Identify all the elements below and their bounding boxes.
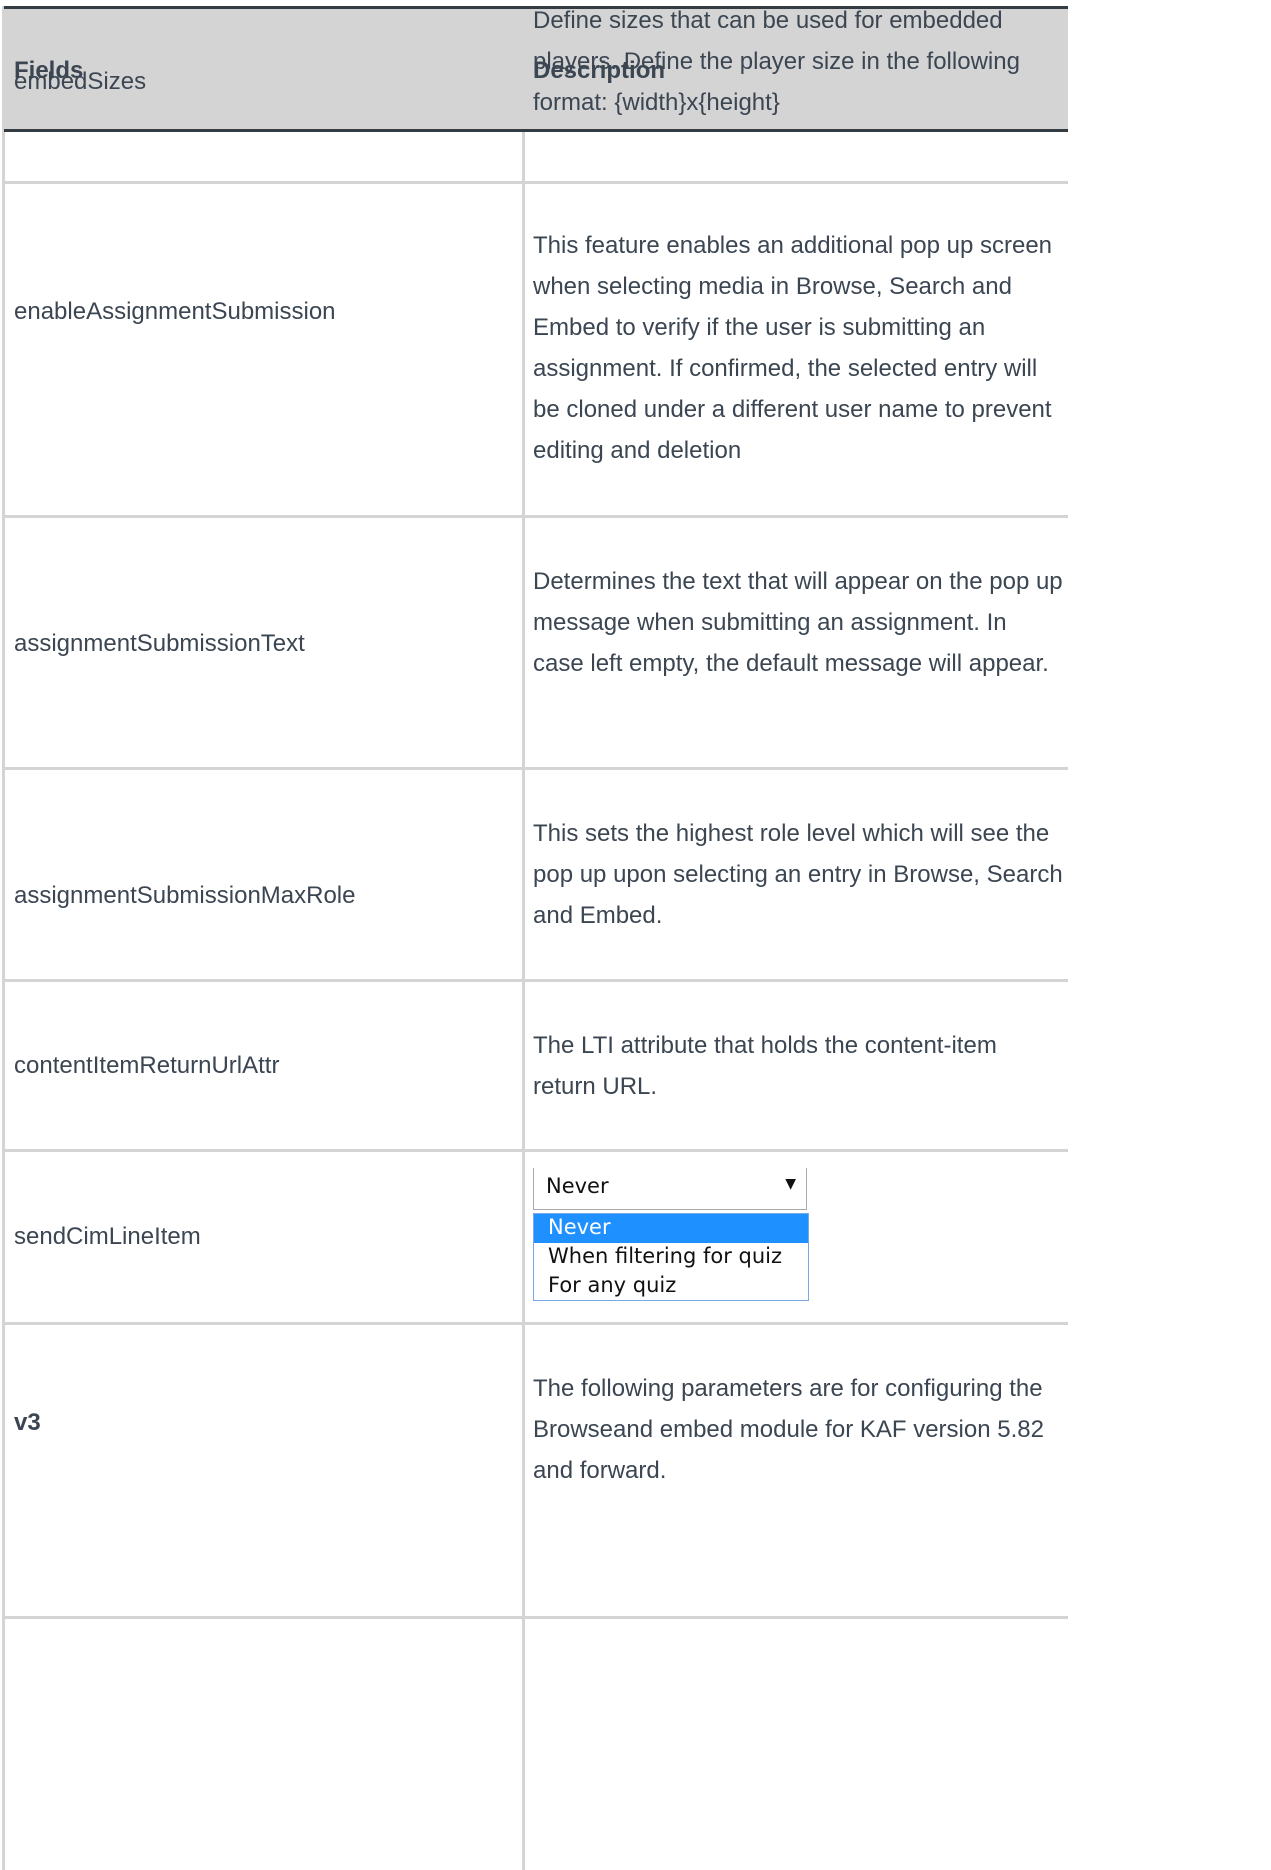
table-row-field: contentItemReturnUrlAttr xyxy=(14,1052,280,1079)
select-option[interactable]: When filtering for quiz xyxy=(534,1243,808,1272)
column-divider xyxy=(2,6,5,1870)
row-divider xyxy=(4,515,1068,518)
select-value: Never xyxy=(546,1174,609,1198)
select-option[interactable]: Never xyxy=(534,1214,808,1243)
table-row-field: assignmentSubmissionMaxRole xyxy=(14,882,356,909)
row-divider xyxy=(4,1616,1068,1619)
select-option[interactable]: For any quiz xyxy=(534,1272,808,1301)
row-divider xyxy=(4,1149,1068,1152)
table-row-description: This sets the highest role level which w… xyxy=(533,820,1063,929)
table-row-description: The following parameters are for configu… xyxy=(533,1375,1044,1484)
row-divider xyxy=(4,1322,1068,1325)
table-row-description: The LTI attribute that holds the content… xyxy=(533,1032,997,1100)
row-divider xyxy=(4,181,1068,184)
settings-table: Fields Description embedSizes Define siz… xyxy=(0,0,1271,1870)
dropdown-arrow-icon: ▼ xyxy=(785,1176,796,1192)
table-row-field: sendCimLineItem xyxy=(14,1223,201,1250)
column-divider xyxy=(522,6,525,1870)
select-options-list: Never When filtering for quiz For any qu… xyxy=(533,1213,809,1301)
overlay-field-embedsizes: embedSizes xyxy=(14,68,147,95)
row-divider xyxy=(4,979,1068,982)
table-row-description: Determines the text that will appear on … xyxy=(533,568,1063,677)
overlay-desc-embedsizes: Define sizes that can be used for embedd… xyxy=(533,7,1020,116)
table-row-field: enableAssignmentSubmission xyxy=(14,298,336,325)
send-cim-line-item-select[interactable]: Never ▼ xyxy=(533,1168,807,1210)
table-row-description: This feature enables an additional pop u… xyxy=(533,232,1053,464)
table-row-field: assignmentSubmissionText xyxy=(14,630,305,657)
row-divider xyxy=(4,767,1068,770)
table-row-field: v3 xyxy=(14,1409,41,1436)
